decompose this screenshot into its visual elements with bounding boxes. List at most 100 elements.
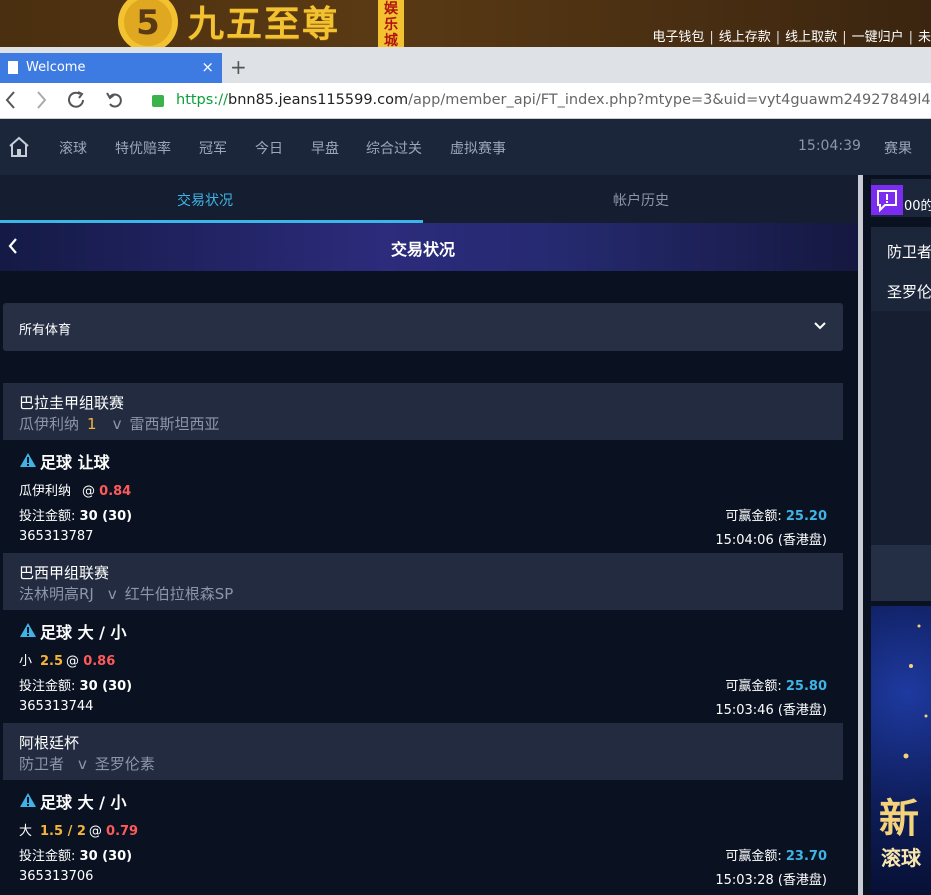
sport-filter-value: 所有体育 [19,323,72,338]
reload-icon[interactable] [65,89,87,111]
link-consolidate[interactable]: 一键归户 [852,30,904,45]
bet-details: 足球 让球 瓜伊利纳 @ 0.84 投注金额: 30 (30) 365313787… [3,440,843,553]
handicap-line: 2.5 [40,654,64,669]
stake: 投注金额: 30 (30) [19,849,133,864]
potential-win: 可赢金额: 23.70 [725,849,827,864]
match-teams: 瓜伊利纳 1 v 雷西斯坦西亚 [19,413,219,434]
new-tab-button[interactable]: + [230,55,247,79]
secure-lock-icon [152,95,164,107]
brand-logo-digit: 5 [136,3,160,43]
odds: 0.79 [106,824,139,839]
promo-banner[interactable]: 新 滚球 [871,606,931,895]
document-icon [8,61,18,74]
link-withdraw[interactable]: 线上取款 [785,30,837,45]
bet-match-header: 巴西甲组联赛 法林明高RJ v 红牛伯拉根森SP [3,553,843,610]
match-teams: 法林明高RJ v 红牛伯拉根森SP [19,583,233,604]
potential-win: 可赢金额: 25.20 [725,509,827,524]
ticket-id: 365313706 [19,869,94,884]
browser-tabstrip: Welcome × + [0,47,931,83]
sport-filter-dropdown[interactable]: 所有体育 [3,303,843,351]
live-stream-area [871,311,931,551]
away-team: 圣罗伦素 [94,755,155,773]
bet-time: 15:03:28 (香港盘) [715,873,827,888]
link-deposit[interactable]: 线上存款 [719,30,771,45]
announcement-text: 00的 [904,199,931,214]
league-name: 巴西甲组联赛 [19,564,110,582]
nav-results[interactable]: 赛果 [884,138,912,158]
vs-label: v [107,585,117,603]
odds: 0.86 [83,654,116,669]
vs-label: v [78,755,87,773]
nav-today[interactable]: 今日 [255,138,283,158]
stake: 投注金额: 30 (30) [19,509,133,524]
tab-title: Welcome [26,60,86,75]
back-icon[interactable] [6,235,20,257]
bet-details: 足球 大 / 小 大 1.5 / 2 @ 0.79 投注金额: 30 (30) 36… [3,780,843,893]
league-name: 巴拉圭甲组联赛 [19,394,125,412]
brand-title: 九五至尊 [188,3,341,45]
warning-icon [20,623,36,637]
promo-headline: 新 [879,795,919,842]
url-field[interactable]: https://bnn85.jeans115599.com/app/member… [176,92,931,108]
side-team-away: 圣罗伦 [887,283,931,301]
nav-live[interactable]: 滚球 [59,138,87,158]
match-teams: 防卫者 v 圣罗伦素 [19,753,155,774]
potential-win: 可赢金额: 25.80 [725,679,827,694]
away-team: 雷西斯坦西亚 [129,415,220,433]
link-more[interactable]: 未 [918,30,931,45]
warning-icon [20,793,36,807]
bet-match-header: 巴拉圭甲组联赛 瓜伊利纳 1 v 雷西斯坦西亚 [3,383,843,440]
league-name: 阿根廷杯 [19,734,80,752]
page-header: 交易状况 [0,223,858,271]
clock: 15:04:39 [798,138,861,154]
bet-type: 足球 大 / 小 [40,793,127,812]
chevron-down-icon [814,322,826,330]
address-bar: https://bnn85.jeans115599.com/app/member… [0,83,931,119]
bet-match-header: 阿根廷杯 防卫者 v 圣罗伦素 [3,723,843,780]
stake: 投注金额: 30 (30) [19,679,133,694]
brand-badge: 娱乐城 [378,0,404,49]
site-banner: 5 九五至尊 娱乐城 电子钱包 | 线上存款 | 线上取款 | 一键归户 | 未 [0,0,931,49]
bet-type: 足球 大 / 小 [40,623,127,642]
home-icon[interactable] [7,135,31,159]
tab-transactions[interactable]: 交易状况 [177,190,233,210]
link-wallet[interactable]: 电子钱包 [652,30,704,45]
nav-virtual[interactable]: 虚拟赛事 [450,138,506,158]
page-title: 交易状况 [391,240,456,259]
bet-selection: 小 2.5 @ 0.86 [19,654,116,669]
handicap-line: 1.5 / 2 [40,824,86,839]
ticket-id: 365313787 [19,529,94,544]
bet-details: 足球 大 / 小 小 2.5 @ 0.86 投注金额: 30 (30) 365313… [3,610,843,723]
warning-icon [20,453,36,467]
home-team: 瓜伊利纳 [19,415,80,433]
browser-tab[interactable]: Welcome × [0,53,222,83]
nav-early[interactable]: 早盘 [311,138,339,158]
message-alert-icon [871,185,903,215]
promo-subtitle: 滚球 [881,846,921,870]
main-nav: 滚球 特优赔率 冠军 今日 早盘 综合过关 虚拟赛事 15:04:39 赛果 [0,119,931,175]
bet-panel: 交易状况 帐户历史 交易状况 所有体育 巴拉圭甲组联赛 瓜伊利纳 1 v 雷西斯坦西亚… [0,175,858,895]
home-team: 法林明高RJ [19,585,94,603]
nav-parlay[interactable]: 综合过关 [366,138,422,158]
home-team: 防卫者 [19,755,65,773]
odds: 0.84 [99,484,132,499]
nav-best-odds[interactable]: 特优赔率 [115,138,171,158]
nav-outright[interactable]: 冠军 [199,138,227,158]
side-card-footer [871,545,931,601]
forward-arrow-icon[interactable] [34,89,48,111]
account-links: 电子钱包 | 线上存款 | 线上取款 | 一键归户 | 未 [652,30,931,45]
bet-time: 15:03:46 (香港盘) [715,703,827,718]
side-team-home: 防卫者 [887,243,931,261]
brand-logo-icon: 5 [118,0,178,47]
away-team: 红牛伯拉根森SP [124,585,234,603]
undo-icon[interactable] [104,89,126,111]
close-icon[interactable]: × [201,58,214,76]
tab-account-history[interactable]: 帐户历史 [613,190,669,210]
bet-time: 15:04:06 (香港盘) [715,533,827,548]
back-arrow-icon[interactable] [4,89,18,111]
sparkle-decoration-icon [903,624,928,759]
ticket-id: 365313744 [19,699,94,714]
announcement-bar[interactable]: 00的 [871,179,931,217]
bet-type: 足球 让球 [40,453,110,472]
bet-selection: 大 1.5 / 2 @ 0.79 [19,824,139,839]
